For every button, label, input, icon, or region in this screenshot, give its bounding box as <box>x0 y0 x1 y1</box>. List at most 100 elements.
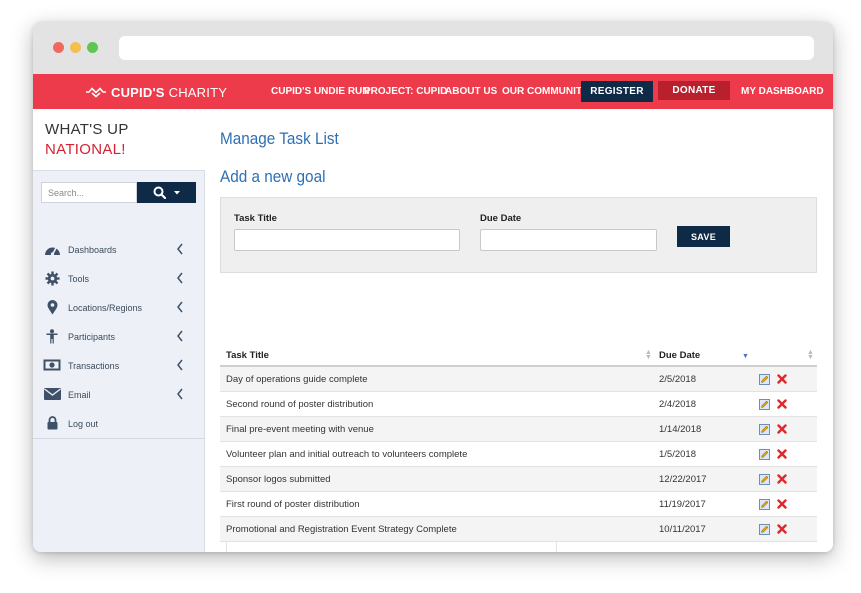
sidebar-item-label: Dashboards <box>68 245 117 255</box>
minimize-window-button[interactable] <box>70 42 81 53</box>
due-date-input[interactable] <box>480 229 657 251</box>
delete-icon[interactable] <box>777 374 787 384</box>
register-button[interactable]: REGISTER <box>581 81 653 102</box>
map-pin-icon <box>43 299 61 315</box>
table-row: Promotional and Registration Event Strat… <box>220 517 817 542</box>
due-date-label: Due Date <box>480 213 522 224</box>
main-content: Manage Task List Add a new goal Task Tit… <box>205 109 833 552</box>
sidebar-item-locations[interactable]: Locations/Regions <box>33 295 205 321</box>
money-icon <box>43 357 61 373</box>
sidebar-item-dashboards[interactable]: Dashboards <box>33 237 205 263</box>
sort-descending-icon[interactable]: ▼ <box>742 353 749 360</box>
sidebar-search <box>41 182 196 203</box>
task-title-label: Task Title <box>234 213 277 224</box>
donate-button[interactable]: DONATE <box>658 81 730 100</box>
edit-icon[interactable] <box>759 524 770 535</box>
dashboard-icon <box>43 241 61 257</box>
delete-icon[interactable] <box>777 449 787 459</box>
sidebar-item-logout[interactable]: Log out <box>33 411 205 437</box>
sort-both-icon[interactable]: ▲ ▼ <box>645 349 652 361</box>
sidebar-item-tools[interactable]: Tools <box>33 266 205 292</box>
gear-icon <box>43 270 61 286</box>
chevron-left-icon <box>177 388 183 400</box>
delete-icon[interactable] <box>777 499 787 509</box>
task-title-cell: Volunteer plan and initial outreach to v… <box>226 449 468 460</box>
nav-link-about-us[interactable]: ABOUT US <box>445 86 497 97</box>
task-title-cell: Final pre-event meeting with venue <box>226 424 374 435</box>
sidebar-divider <box>33 438 205 439</box>
sidebar-item-label: Email <box>68 390 91 400</box>
nav-link-my-dashboard[interactable]: MY DASHBOARD <box>741 86 824 97</box>
delete-icon[interactable] <box>777 424 787 434</box>
nav-link-project-cupid[interactable]: PROJECT: CUPID <box>364 86 447 97</box>
address-bar[interactable] <box>119 36 814 60</box>
task-title-cell: Second round of poster distribution <box>226 399 374 410</box>
edit-icon[interactable] <box>759 449 770 460</box>
edit-icon[interactable] <box>759 374 770 385</box>
task-title-cell: First round of poster distribution <box>226 499 360 510</box>
delete-icon[interactable] <box>777 399 787 409</box>
close-window-button[interactable] <box>53 42 64 53</box>
page-title: Manage Task List <box>220 129 339 148</box>
sort-both-icon[interactable]: ▲ ▼ <box>807 349 814 361</box>
logo-text-light: CHARITY <box>168 84 228 100</box>
sidebar-item-label: Transactions <box>68 361 120 371</box>
nav-link-our-community[interactable]: OUR COMMUNITY <box>502 86 589 97</box>
table-row: Day of operations guide complete 2/5/2018 <box>220 367 817 392</box>
due-date-cell: 12/22/2017 <box>659 474 707 485</box>
logo-text-bold: CUPID'S <box>111 84 165 100</box>
chevron-left-icon <box>177 272 183 284</box>
due-date-cell: 11/19/2017 <box>659 499 706 510</box>
search-button[interactable] <box>137 182 196 203</box>
add-goal-form: Task Title Due Date SAVE <box>220 197 817 273</box>
delete-icon[interactable] <box>777 474 787 484</box>
nav-link-undie-run[interactable]: CUPID'S UNDIE RUN <box>271 86 370 97</box>
column-divider <box>556 542 557 552</box>
due-date-cell: 1/5/2018 <box>659 449 696 460</box>
task-table: Task Title ▲ ▼ Due Date ▼ ▲ ▼ Day of opera… <box>220 343 817 552</box>
person-icon <box>43 328 61 344</box>
save-button[interactable]: SAVE <box>677 226 730 247</box>
column-header-due-date[interactable]: Due Date <box>659 350 700 361</box>
lock-icon <box>43 415 61 431</box>
table-row: Final pre-event meeting with venue 1/14/2… <box>220 417 817 442</box>
top-navigation: CUPID'S CHARITY CUPID'S UNDIE RUN PROJECT… <box>33 74 833 109</box>
chevron-left-icon <box>177 330 183 342</box>
sidebar-item-label: Log out <box>68 419 99 429</box>
due-date-cell: 10/11/2017 <box>659 524 706 535</box>
sidebar-item-transactions[interactable]: Transactions <box>33 353 205 379</box>
table-body: Day of operations guide complete 2/5/2018… <box>220 367 817 542</box>
edit-icon[interactable] <box>759 399 770 410</box>
chevron-left-icon <box>177 359 183 371</box>
task-title-cell: Day of operations guide complete <box>226 374 368 385</box>
search-icon <box>153 186 166 199</box>
chevron-left-icon <box>177 243 183 255</box>
search-input[interactable] <box>41 182 137 203</box>
delete-icon[interactable] <box>777 524 787 534</box>
table-row: Volunteer plan and initial outreach to v… <box>220 442 817 467</box>
greeting-line-1: WHAT'S UP <box>45 121 129 138</box>
edit-icon[interactable] <box>759 474 770 485</box>
table-row: Second round of poster distribution 2/4/2… <box>220 392 817 417</box>
section-title: Add a new goal <box>220 167 326 186</box>
task-title-input[interactable] <box>234 229 460 251</box>
edit-icon[interactable] <box>759 424 770 435</box>
maximize-window-button[interactable] <box>87 42 98 53</box>
column-header-task-title[interactable]: Task Title <box>226 350 269 361</box>
task-title-cell: Promotional and Registration Event Strat… <box>226 524 457 535</box>
caret-down-icon <box>174 190 180 194</box>
envelope-icon <box>43 386 61 402</box>
sidebar-greeting: WHAT'S UP NATIONAL! <box>33 109 205 171</box>
table-row: First round of poster distribution 11/19/… <box>220 492 817 517</box>
task-title-cell: Sponsor logos submitted <box>226 474 331 485</box>
heart-logo-icon <box>86 87 106 98</box>
edit-icon[interactable] <box>759 499 770 510</box>
site-logo[interactable]: CUPID'S CHARITY <box>85 83 227 101</box>
table-footer <box>220 542 817 552</box>
sidebar: WHAT'S UP NATIONAL! Dashboards <box>33 109 205 552</box>
column-divider <box>226 542 227 552</box>
sidebar-item-label: Locations/Regions <box>68 303 143 313</box>
sidebar-item-email[interactable]: Email <box>33 382 205 408</box>
table-header: Task Title ▲ ▼ Due Date ▼ ▲ ▼ <box>220 343 817 367</box>
sidebar-item-participants[interactable]: Participants <box>33 324 205 350</box>
